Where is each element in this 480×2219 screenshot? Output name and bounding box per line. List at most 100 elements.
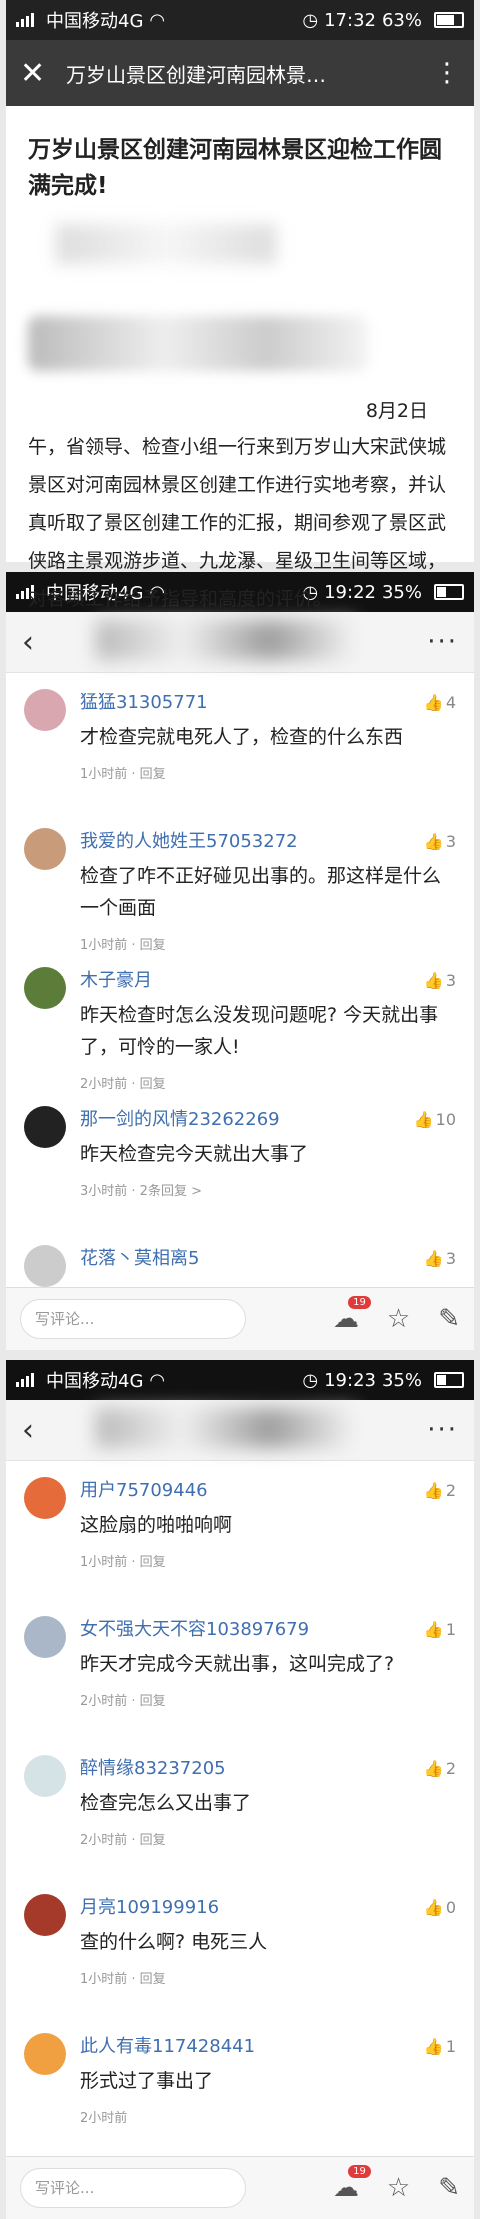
avatar[interactable] xyxy=(24,1755,66,1797)
page-title: 万岁山景区创建河南园林景… xyxy=(66,62,326,87)
comment-meta[interactable]: 2小时前 · 回复 xyxy=(80,1690,456,1709)
comment-item[interactable]: 花落丶莫相离5 👍 3 xyxy=(24,1229,456,1287)
comment-username[interactable]: 用户75709446 xyxy=(80,1477,456,1505)
comment-text: 昨天检查完今天就出大事了 xyxy=(80,1143,309,1165)
comment-item[interactable]: 女不强大天不容103897679 👍 1 昨天才完成今天就出事，这叫完成了? 2小时前 … xyxy=(24,1600,456,1739)
like-button[interactable]: 👍 0 xyxy=(424,1894,456,1922)
article-date: 8月2日 xyxy=(365,400,428,422)
comments-icon[interactable]: ☁ 19 xyxy=(333,2165,371,2203)
thumbs-up-icon: 👍 xyxy=(423,1249,444,1268)
thumbs-up-icon: 👍 xyxy=(423,1759,444,1778)
like-button[interactable]: 👍 2 xyxy=(424,1755,456,1783)
comment-username[interactable]: 我爱的人她姓王57053272 xyxy=(80,828,456,856)
back-icon[interactable]: ‹ xyxy=(22,1413,34,1448)
comment-item[interactable]: 月亮109199916 👍 0 查的什么啊? 电死三人 1小时前 · 回复 xyxy=(24,1878,456,2017)
like-count: 1 xyxy=(445,2037,456,2056)
comment-text: 查的什么啊? 电死三人 xyxy=(80,1931,268,1953)
comment-meta[interactable]: 1小时前 · 回复 xyxy=(80,1968,456,1987)
comment-username[interactable]: 那一剑的风情23262269 xyxy=(80,1106,456,1134)
status-bar: 中国移动4G ◠ ◷ 19:23 35% xyxy=(6,1360,474,1400)
thumbs-up-icon: 👍 xyxy=(423,1481,444,1500)
comment-item[interactable]: 木子豪月 👍 3 昨天检查时怎么没发现问题呢? 今天就出事了，可怜的一家人! 2小时前 … xyxy=(24,951,456,1092)
star-icon[interactable]: ☆ xyxy=(387,2173,410,2203)
redaction-blur xyxy=(96,620,356,660)
more-icon[interactable]: ⋮ xyxy=(434,58,460,88)
like-button[interactable]: 👍 3 xyxy=(424,828,456,856)
comment-input[interactable]: 写评论... xyxy=(20,1299,246,1339)
comment-list: 猛猛31305771 👍 4 才检查完就电死人了，检查的什么东西 1小时前 · 回复 我爱… xyxy=(6,673,474,1287)
comment-count-badge: 19 xyxy=(348,1296,371,1309)
avatar[interactable] xyxy=(24,1106,66,1148)
comment-text: 昨天检查时怎么没发现问题呢? 今天就出事了，可怜的一家人! xyxy=(80,1004,439,1058)
like-button[interactable]: 👍 4 xyxy=(424,689,456,717)
avatar[interactable] xyxy=(24,967,66,1009)
title-bar: ✕ 万岁山景区创建河南园林景… ⋮ xyxy=(6,40,474,106)
comment-meta[interactable]: 2小时前 · 回复 xyxy=(80,1073,456,1092)
more-icon[interactable]: ··· xyxy=(427,627,458,657)
comment-meta[interactable]: 1小时前 · 回复 xyxy=(80,934,456,953)
comment-meta[interactable]: 2小时前 xyxy=(80,2107,456,2126)
back-icon[interactable]: ‹ xyxy=(22,625,34,660)
like-button[interactable]: 👍 1 xyxy=(424,1616,456,1644)
like-count: 10 xyxy=(435,1110,456,1129)
nav-bar: ‹ ··· xyxy=(6,612,474,673)
like-button[interactable]: 👍 1 xyxy=(424,2033,456,2061)
comment-item[interactable]: 我爱的人她姓王57053272 👍 3 检查了咋不正好碰见出事的。那这样是什么一个画面… xyxy=(24,812,456,953)
redaction-blur xyxy=(96,1408,356,1448)
avatar[interactable] xyxy=(24,1616,66,1658)
comment-username[interactable]: 此人有毒117428441 xyxy=(80,2033,456,2061)
like-button[interactable]: 👍 3 xyxy=(424,967,456,995)
signal-icon xyxy=(16,1373,34,1387)
comment-item[interactable]: 醉情缘83237205 👍 2 检查完怎么又出事了 2小时前 · 回复 xyxy=(24,1739,456,1878)
time-label: 19:23 xyxy=(324,1369,376,1391)
comment-text: 昨天才完成今天就出事，这叫完成了? xyxy=(80,1653,395,1675)
comment-username[interactable]: 木子豪月 xyxy=(80,967,456,995)
like-count: 3 xyxy=(445,971,456,990)
comment-input[interactable]: 写评论... xyxy=(20,2168,246,2208)
avatar[interactable] xyxy=(24,1477,66,1519)
share-icon[interactable]: ✎ xyxy=(438,2173,460,2203)
comment-item[interactable]: 用户75709446 👍 2 这脸扇的啪啪响啊 1小时前 · 回复 xyxy=(24,1461,456,1600)
avatar[interactable] xyxy=(24,2033,66,2075)
comment-text: 才检查完就电死人了，检查的什么东西 xyxy=(80,726,404,748)
like-button[interactable]: 👍 3 xyxy=(424,1245,456,1273)
like-count: 2 xyxy=(445,1481,456,1500)
carrier-label: 中国移动4G xyxy=(46,1371,144,1392)
avatar[interactable] xyxy=(24,1894,66,1936)
like-count: 3 xyxy=(445,832,456,851)
like-button[interactable]: 👍 10 xyxy=(414,1106,456,1134)
battery-icon xyxy=(434,584,464,600)
comments-icon[interactable]: ☁ 19 xyxy=(333,1296,371,1334)
close-icon[interactable]: ✕ xyxy=(20,56,66,91)
battery-label: 63% xyxy=(381,9,422,31)
comment-username[interactable]: 花落丶莫相离5 xyxy=(80,1245,456,1273)
thumbs-up-icon: 👍 xyxy=(423,1620,444,1639)
comment-bar: 写评论... ☁ 19 ☆ ✎ xyxy=(6,1287,474,1350)
comment-item[interactable]: 那一剑的风情23262269 👍 10 昨天检查完今天就出大事了 3小时前 · 2条回复… xyxy=(24,1090,456,1229)
comment-item[interactable]: 猛猛31305771 👍 4 才检查完就电死人了，检查的什么东西 1小时前 · 回复 xyxy=(24,673,456,812)
signal-icon xyxy=(16,13,34,27)
time-label: 17:32 xyxy=(324,9,376,31)
like-count: 4 xyxy=(445,693,456,712)
comment-meta[interactable]: 1小时前 · 回复 xyxy=(80,1551,456,1570)
carrier-label: 中国移动4G xyxy=(46,11,144,32)
thumbs-up-icon: 👍 xyxy=(423,971,444,990)
star-icon[interactable]: ☆ xyxy=(387,1304,410,1334)
comment-username[interactable]: 月亮109199916 xyxy=(80,1894,456,1922)
avatar[interactable] xyxy=(24,828,66,870)
comment-username[interactable]: 女不强大天不容103897679 xyxy=(80,1616,456,1644)
comment-item[interactable]: 此人有毒117428441 👍 1 形式过了事出了 2小时前 xyxy=(24,2017,456,2156)
comment-meta[interactable]: 1小时前 · 回复 xyxy=(80,763,456,782)
like-button[interactable]: 👍 2 xyxy=(424,1477,456,1505)
status-bar: 中国移动4G ◠ ◷ 17:32 63% xyxy=(6,0,474,40)
comment-username[interactable]: 醉情缘83237205 xyxy=(80,1755,456,1783)
avatar[interactable] xyxy=(24,689,66,731)
comment-text: 这脸扇的啪啪响啊 xyxy=(80,1514,233,1536)
thumbs-up-icon: 👍 xyxy=(423,1898,444,1917)
avatar[interactable] xyxy=(24,1245,66,1287)
comment-username[interactable]: 猛猛31305771 xyxy=(80,689,456,717)
more-icon[interactable]: ··· xyxy=(427,1415,458,1445)
share-icon[interactable]: ✎ xyxy=(438,1304,460,1334)
comment-meta[interactable]: 3小时前 · 2条回复 > xyxy=(80,1180,456,1199)
comment-meta[interactable]: 2小时前 · 回复 xyxy=(80,1829,456,1848)
